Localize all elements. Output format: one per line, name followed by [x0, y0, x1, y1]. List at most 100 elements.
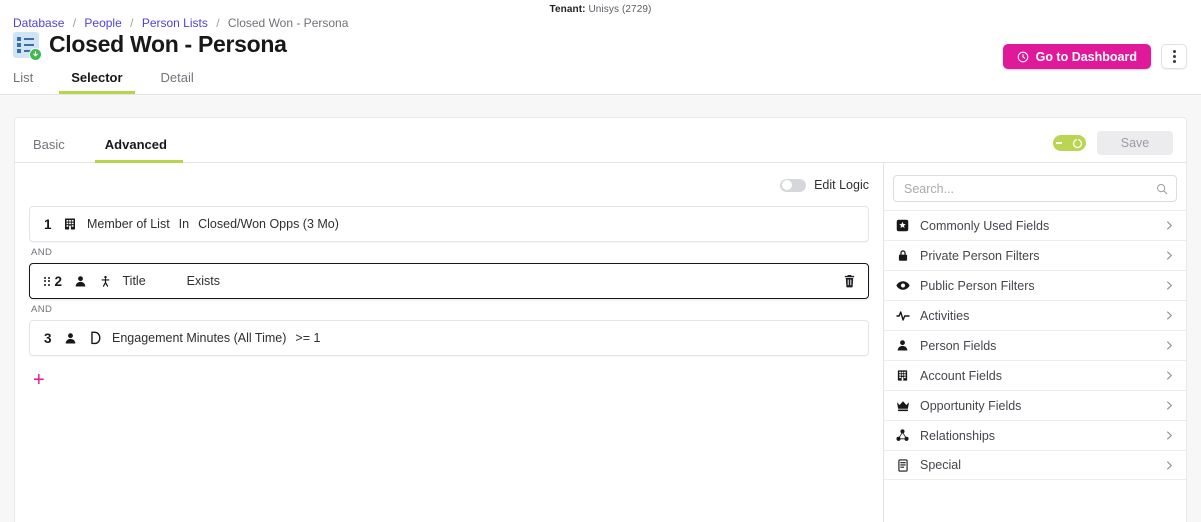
chevron-right-icon — [1164, 370, 1175, 381]
chevron-right-icon — [1164, 340, 1175, 351]
tenant-label: Tenant: — [549, 4, 586, 15]
rule-field[interactable]: Engagement Minutes (All Time) — [112, 331, 286, 345]
field-item-label: Account Fields — [920, 368, 1002, 383]
field-item-private-person-filters[interactable]: Private Person Filters — [884, 240, 1186, 270]
header-actions: Go to Dashboard — [1002, 44, 1187, 69]
chevron-right-icon — [1164, 250, 1175, 261]
lock-icon — [895, 248, 910, 263]
logic-connector: AND — [31, 304, 53, 315]
reset-toggle[interactable] — [1053, 135, 1086, 151]
network-icon — [895, 428, 910, 443]
field-item-label: Opportunity Fields — [920, 398, 1022, 413]
rule-field[interactable]: Member of List — [87, 217, 170, 231]
card-header: Basic Advanced Save — [15, 118, 1186, 163]
field-item-label: Person Fields — [920, 338, 997, 353]
chevron-right-icon — [1164, 400, 1175, 411]
field-item-account-fields[interactable]: Account Fields — [884, 360, 1186, 390]
breadcrumb-separator: / — [130, 16, 134, 30]
breadcrumb-current: Closed Won - Persona — [227, 16, 349, 30]
rule-operator[interactable]: In — [179, 217, 189, 231]
breadcrumb-item-people[interactable]: People — [84, 16, 121, 30]
more-vertical-icon — [1172, 50, 1176, 63]
rule-operator[interactable]: >= 1 — [295, 331, 320, 345]
field-item-label: Public Person Filters — [920, 278, 1035, 293]
field-item-label: Private Person Filters — [920, 248, 1040, 263]
person-standing-icon — [98, 273, 114, 289]
search-input[interactable] — [893, 175, 1177, 202]
rule-value[interactable]: Closed/Won Opps (3 Mo) — [198, 217, 339, 231]
rule-builder: Edit Logic 1 Member of List In Closed/Wo… — [15, 163, 884, 522]
demandbase-d-icon — [87, 330, 103, 346]
list-download-icon — [13, 31, 42, 61]
card-header-actions: Save — [1053, 131, 1173, 162]
tenant-indicator: Tenant: Unisys (2729) — [0, 4, 1201, 15]
chevron-right-icon — [1164, 460, 1175, 471]
pulse-icon — [895, 308, 910, 323]
field-item-label: Relationships — [920, 428, 996, 443]
breadcrumb-separator: / — [72, 16, 77, 30]
rule-row-2[interactable]: 2 Title Exists — [29, 263, 869, 299]
go-to-dashboard-button[interactable]: Go to Dashboard — [1002, 44, 1151, 69]
edit-logic-label: Edit Logic — [814, 178, 869, 192]
rule-field[interactable]: Title — [123, 274, 146, 288]
selector-card: Basic Advanced Save Edit Logic 1 Member … — [14, 117, 1187, 522]
field-item-commonly-used-fields[interactable]: Commonly Used Fields — [884, 210, 1186, 240]
top-bar: Tenant: Unisys (2729) Database / People … — [0, 0, 1201, 95]
field-item-person-fields[interactable]: Person Fields — [884, 330, 1186, 360]
document-icon — [895, 458, 910, 473]
rule-row-3[interactable]: 3 Engagement Minutes (All Time) >= 1 — [29, 320, 869, 356]
chevron-right-icon — [1164, 430, 1175, 441]
page-title: Closed Won - Persona — [49, 31, 287, 57]
rule-row-1[interactable]: 1 Member of List In Closed/Won Opps (3 M… — [29, 206, 869, 242]
reset-circle-icon — [1072, 138, 1083, 149]
more-options-button[interactable] — [1161, 44, 1187, 69]
delete-rule-button[interactable] — [843, 274, 856, 288]
breadcrumb-item-person-lists[interactable]: Person Lists — [142, 16, 208, 30]
add-rule-button[interactable]: + — [33, 370, 45, 390]
eye-icon — [895, 278, 910, 293]
breadcrumb-item-database[interactable]: Database — [13, 16, 64, 30]
breadcrumb: Database / People / Person Lists / Close… — [13, 16, 348, 30]
chevron-right-icon — [1164, 220, 1175, 231]
minus-icon — [1056, 142, 1062, 144]
person-icon — [895, 338, 910, 353]
mode-tabs: Basic Advanced — [33, 137, 207, 163]
tab-list[interactable]: List — [13, 70, 53, 94]
tab-advanced[interactable]: Advanced — [94, 137, 189, 163]
tab-detail[interactable]: Detail — [161, 70, 214, 94]
building-icon — [895, 368, 910, 383]
field-item-relationships[interactable]: Relationships — [884, 420, 1186, 450]
rule-index: 3 — [44, 330, 52, 346]
breadcrumb-separator: / — [216, 16, 220, 30]
field-item-public-person-filters[interactable]: Public Person Filters — [884, 270, 1186, 300]
clock-icon — [1017, 51, 1029, 63]
field-item-label: Activities — [920, 308, 970, 323]
rule-operator[interactable]: Exists — [187, 274, 220, 288]
field-panel: Commonly Used Fields Private Person Filt… — [884, 163, 1186, 522]
field-item-activities[interactable]: Activities — [884, 300, 1186, 330]
edit-logic-row: Edit Logic — [29, 174, 869, 196]
drag-handle-icon[interactable] — [44, 276, 50, 286]
field-item-special[interactable]: Special — [884, 450, 1186, 480]
page-tabs: List Selector Detail — [13, 70, 232, 94]
person-icon — [73, 273, 89, 289]
crown-icon — [895, 398, 910, 413]
page-title-row: Closed Won - Persona — [13, 31, 287, 61]
tab-basic[interactable]: Basic — [33, 137, 87, 162]
logic-connector: AND — [31, 247, 53, 258]
go-to-dashboard-label: Go to Dashboard — [1035, 49, 1137, 64]
edit-logic-toggle[interactable] — [780, 178, 807, 192]
rule-index: 1 — [44, 216, 52, 232]
field-item-label: Special — [920, 458, 961, 472]
person-icon — [62, 330, 78, 346]
chevron-right-icon — [1164, 280, 1175, 291]
tenant-value: Unisys (2729) — [588, 4, 652, 15]
card-body: Edit Logic 1 Member of List In Closed/Wo… — [15, 163, 1186, 522]
field-search-wrapper — [893, 175, 1177, 202]
building-icon — [62, 216, 78, 232]
tab-selector[interactable]: Selector — [59, 70, 142, 94]
chevron-right-icon — [1164, 310, 1175, 321]
save-button[interactable]: Save — [1097, 131, 1173, 155]
field-item-label: Commonly Used Fields — [920, 218, 1050, 233]
field-item-opportunity-fields[interactable]: Opportunity Fields — [884, 390, 1186, 420]
